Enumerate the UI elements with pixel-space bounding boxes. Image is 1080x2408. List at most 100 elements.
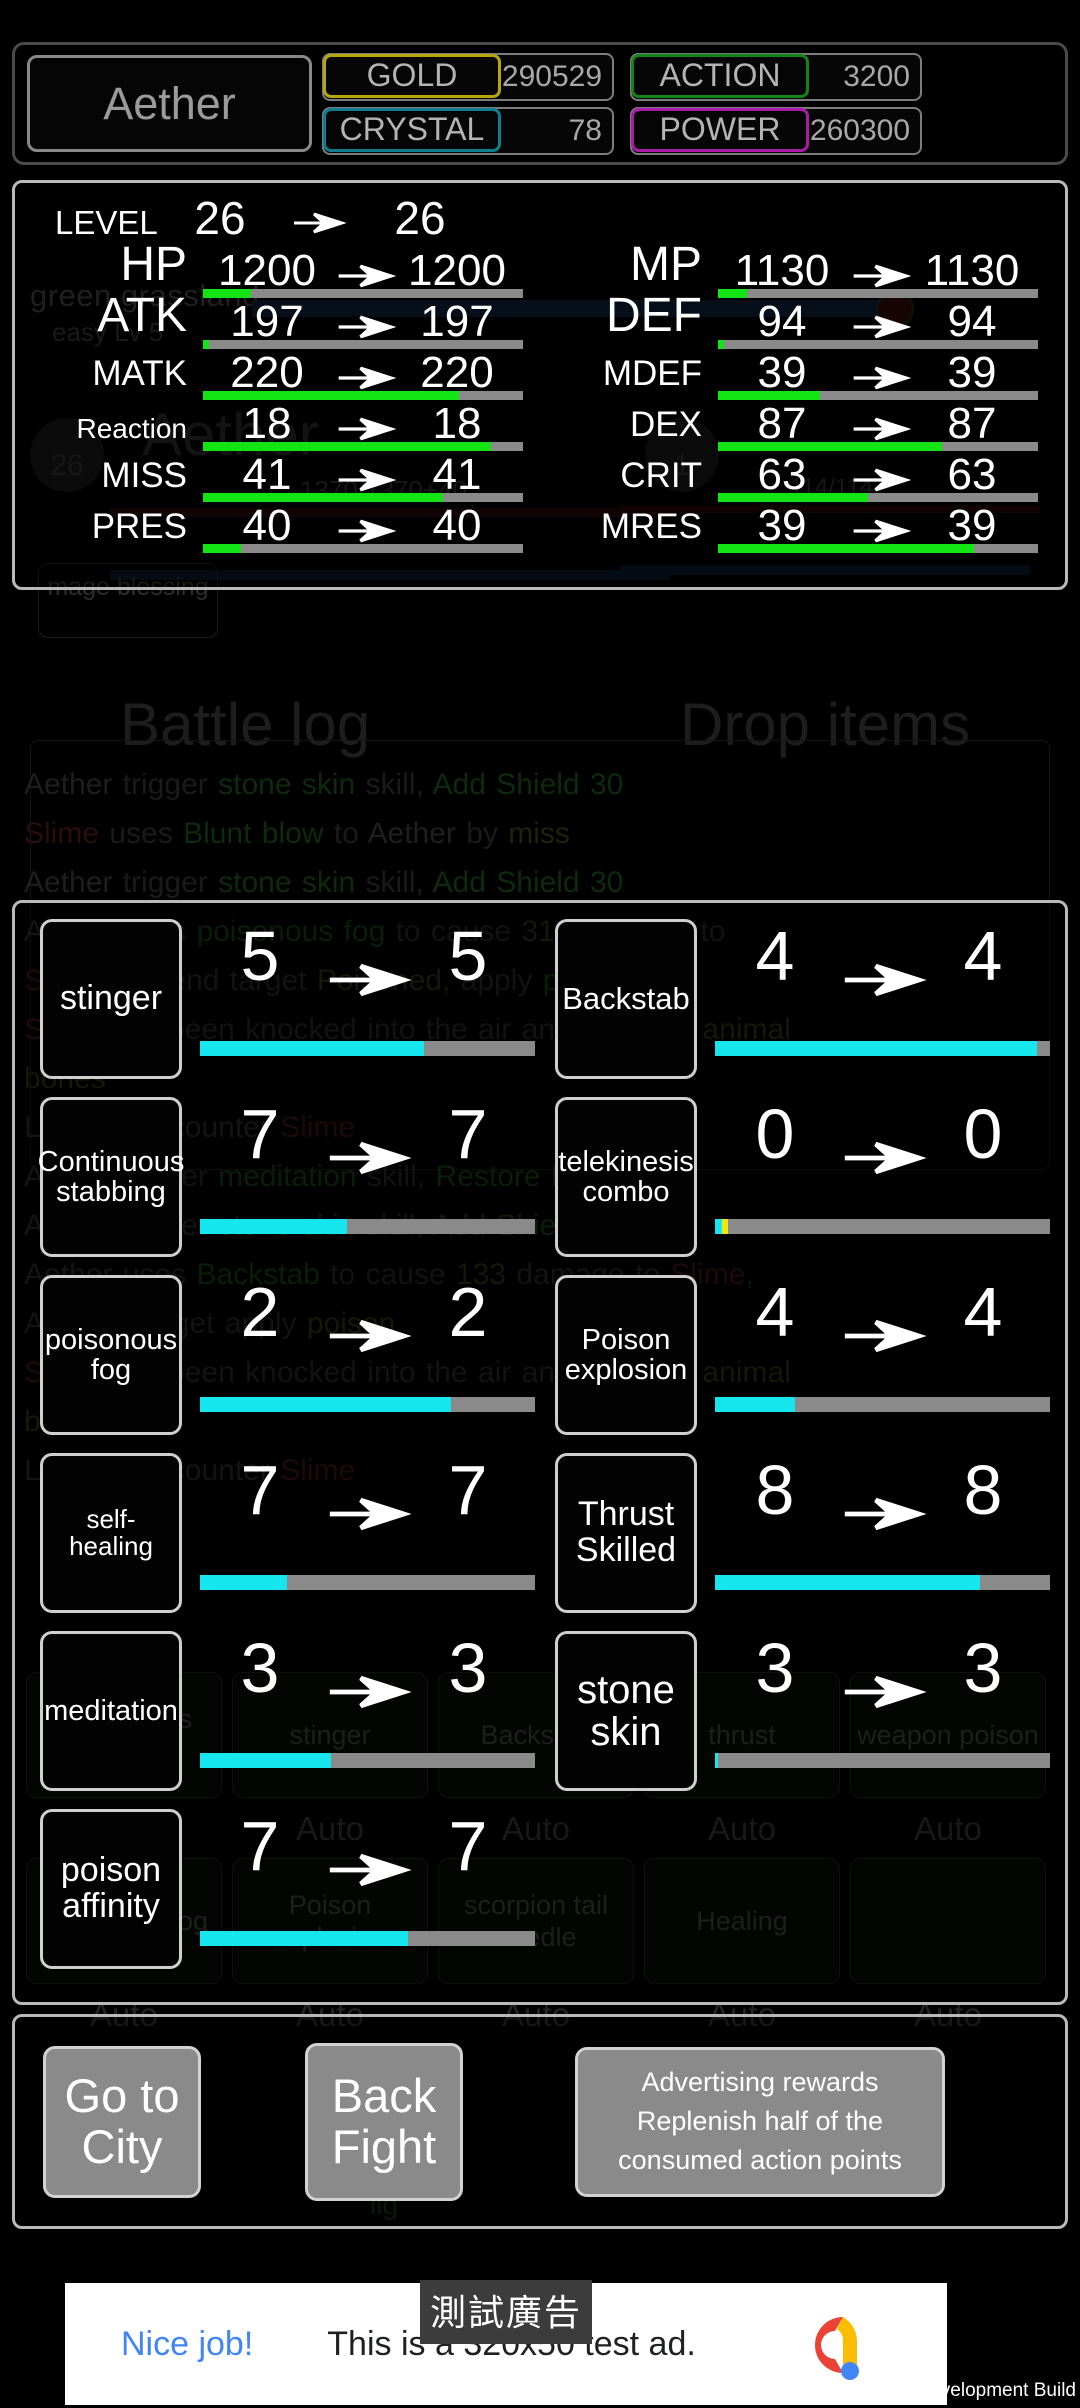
- skill-cell-thrust-skilled: Thrust Skilled 8 8: [540, 1445, 1055, 1623]
- arrow-icon: [280, 212, 360, 234]
- skill-name-badge[interactable]: Continuous stabbing: [38, 1097, 184, 1257]
- skill-row: Continuous stabbing 7 7 telekinesis combo 0 0: [25, 1089, 1055, 1267]
- skill-cell-poisonous-fog: poisonous fog 2 2: [25, 1267, 540, 1445]
- stat-label: MATK: [92, 354, 187, 393]
- skill-progress-bar: [200, 1219, 535, 1234]
- stat-row-miss: MISS 41 41: [27, 450, 523, 502]
- go-to-city-button[interactable]: Go to City: [43, 2045, 201, 2198]
- skill-progress-bar: [200, 1931, 535, 1946]
- skill-name-badge[interactable]: poison affinity: [40, 1809, 182, 1969]
- stat-column-right: MP 1130 1130 DEF 94 94 MDEF 39 39 DEX 87 87 CRIT 63 63…: [530, 238, 1038, 553]
- skill-level-to: 4: [963, 1273, 1003, 1351]
- skill-progress-bar: [715, 1219, 1050, 1234]
- resource-crystal[interactable]: CRYSTAL 78: [322, 106, 614, 155]
- level-row: LEVEL 26 26: [15, 183, 1065, 245]
- skill-cell-continuous-stabbing: Continuous stabbing 7 7: [25, 1089, 540, 1267]
- stat-columns: HP 1200 1200 ATK 197 197 MATK 220 220 Reaction 18 1…: [15, 238, 1065, 553]
- ad-banner[interactable]: 測試廣告 Nice job! This is a 320x50 test ad.: [65, 2280, 947, 2405]
- skill-name-badge[interactable]: Thrust Skilled: [555, 1453, 697, 1613]
- resource-gold[interactable]: GOLD 290529: [322, 52, 614, 101]
- skill-level-to: 3: [963, 1629, 1003, 1707]
- player-name-box[interactable]: Aether: [27, 55, 312, 152]
- skill-level-to: 3: [448, 1629, 488, 1707]
- stat-row-pres: PRES 40 40: [27, 501, 523, 553]
- skill-level-from: 8: [755, 1451, 795, 1529]
- stat-label: MISS: [101, 456, 187, 495]
- skill-level-to: 2: [448, 1273, 488, 1351]
- ad-test-badge: 測試廣告: [420, 2280, 593, 2344]
- skill-name-badge[interactable]: Backstab: [555, 919, 697, 1079]
- skill-row: meditation 3 3 stone skin 3 3: [25, 1623, 1055, 1801]
- development-build-watermark: velopment Build: [940, 2380, 1076, 2401]
- resource-power[interactable]: POWER 260300: [630, 106, 922, 155]
- admob-logo-icon: [797, 2309, 865, 2386]
- stat-label: ATK: [97, 289, 187, 342]
- skill-level-from: 7: [240, 1095, 280, 1173]
- skill-row: stinger 5 5 Backstab 4 4: [25, 911, 1055, 1089]
- stat-row-atk: ATK 197 197: [27, 289, 523, 349]
- stat-column-left: HP 1200 1200 ATK 197 197 MATK 220 220 Reaction 18 1…: [15, 238, 523, 553]
- stat-row-crit: CRIT 63 63: [542, 450, 1038, 502]
- skill-cell-stinger: stinger 5 5: [25, 911, 540, 1089]
- resource-power-value: 260300: [809, 113, 910, 147]
- resource-action-label: ACTION: [631, 53, 809, 98]
- stat-progress-bar: [718, 544, 1038, 553]
- skill-cell-meditation: meditation 3 3: [25, 1623, 540, 1801]
- resource-grid: GOLD 290529 ACTION 3200 CRYSTAL 78 POWER…: [322, 52, 922, 155]
- skill-level-from: 4: [755, 1273, 795, 1351]
- skill-level-to: 0: [963, 1095, 1003, 1173]
- stat-label: MDEF: [602, 354, 702, 393]
- skill-row: self-healing 7 7 Thrust Skilled 8 8: [25, 1445, 1055, 1623]
- stat-label: MRES: [600, 507, 702, 546]
- back-fight-button[interactable]: Back Fight: [305, 2042, 463, 2201]
- skill-cell-poison-explosion: Poison explosion 4 4: [540, 1267, 1055, 1445]
- skills-panel: stinger 5 5 Backstab 4 4 Continuous stabbing 7 7…: [12, 900, 1068, 2005]
- skill-name-badge[interactable]: poisonous fog: [40, 1275, 182, 1435]
- skill-level-from: 0: [755, 1095, 795, 1173]
- skill-level-from: 2: [240, 1273, 280, 1351]
- skill-name-badge[interactable]: stone skin: [555, 1631, 697, 1791]
- skill-name-badge[interactable]: meditation: [40, 1631, 182, 1791]
- resource-action-value: 3200: [843, 59, 910, 93]
- skill-cell-telekinesis-combo: telekinesis combo 0 0: [540, 1089, 1055, 1267]
- header-panel: Aether GOLD 290529 ACTION 3200 CRYSTAL 7…: [12, 42, 1068, 165]
- skill-progress-bar: [715, 1753, 1050, 1768]
- game-screen: green grassland easy Lv 5 Aether 1370/13…: [0, 0, 1080, 2408]
- advertising-reward-button[interactable]: Advertising rewards Replenish half of th…: [575, 2046, 945, 2197]
- skill-level-from: 5: [240, 917, 280, 995]
- stat-label: DEF: [606, 289, 702, 342]
- stat-row-def: DEF 94 94: [542, 289, 1038, 349]
- resource-power-label: POWER: [631, 107, 809, 152]
- resource-crystal-label: CRYSTAL: [323, 107, 501, 152]
- skill-name-badge[interactable]: stinger: [40, 919, 182, 1079]
- skill-level-to: 5: [448, 917, 488, 995]
- skill-name-badge[interactable]: self-healing: [40, 1453, 182, 1613]
- player-name: Aether: [103, 77, 236, 129]
- level-to: 26: [394, 192, 446, 244]
- skill-level-to: 7: [448, 1807, 488, 1885]
- skill-cell-self-healing: self-healing 7 7: [25, 1445, 540, 1623]
- skill-name-badge[interactable]: Poison explosion: [555, 1275, 697, 1435]
- stat-label: HP: [120, 238, 187, 291]
- stat-row-reaction: Reaction 18 18: [27, 399, 523, 451]
- stat-label: CRIT: [620, 456, 702, 495]
- stat-progress-bar: [203, 544, 523, 553]
- skill-progress-bar: [200, 1397, 535, 1412]
- skill-progress-bar: [715, 1575, 1050, 1590]
- stat-label: MP: [630, 238, 702, 291]
- skill-row: poison affinity 7 7: [25, 1801, 1055, 1979]
- stats-panel: LEVEL 26 26 HP 1200 1200 ATK 197 197 MATK 220 22…: [12, 180, 1068, 590]
- skill-level-to: 7: [448, 1451, 488, 1529]
- skill-level-to: 7: [448, 1095, 488, 1173]
- resource-action[interactable]: ACTION 3200: [630, 52, 922, 101]
- resource-crystal-value: 78: [568, 113, 602, 147]
- skill-cell-backstab: Backstab 4 4: [540, 911, 1055, 1089]
- skill-level-from: 3: [240, 1629, 280, 1707]
- resource-gold-label: GOLD: [323, 53, 501, 98]
- skill-progress-bar: [715, 1397, 1050, 1412]
- skill-level-from: 3: [755, 1629, 795, 1707]
- resource-gold-value: 290529: [501, 59, 602, 93]
- skill-level-to: 4: [963, 917, 1003, 995]
- skill-name-badge[interactable]: telekinesis combo: [555, 1097, 697, 1257]
- skill-level-to: 8: [963, 1451, 1003, 1529]
